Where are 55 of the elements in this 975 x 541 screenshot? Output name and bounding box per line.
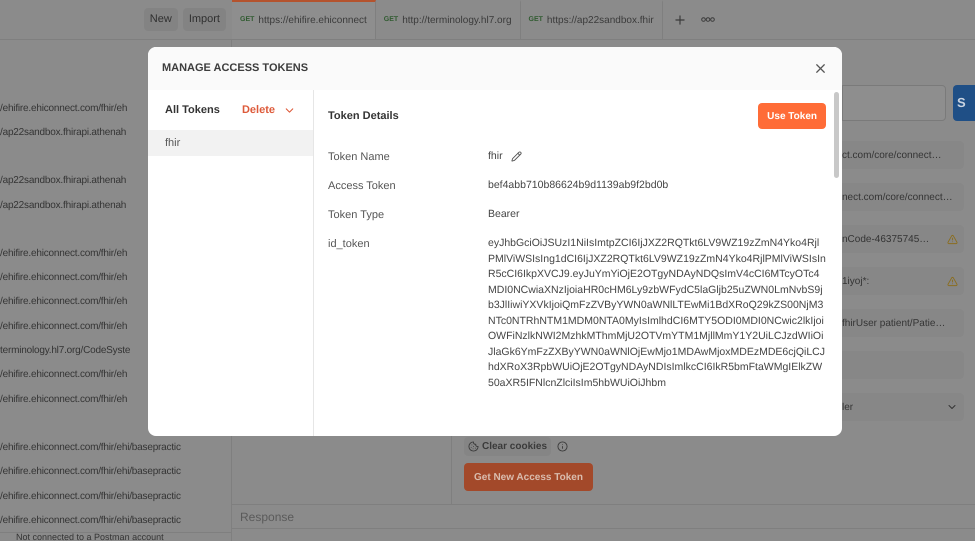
pencil-icon[interactable] xyxy=(510,151,522,162)
send-button[interactable]: S xyxy=(953,85,975,121)
select-field[interactable]: ler xyxy=(842,393,964,421)
history-item[interactable]: /ap22sandbox.fhirapi.athenah xyxy=(0,120,126,145)
scrollbar-thumb[interactable] xyxy=(834,92,839,178)
input-field[interactable]: fhirUser patient/Patie… xyxy=(842,309,964,337)
detail-value: eyJhbGciOiJSUzI1NiIsImtpZCI6IjJXZ2RQTkt6LV9WZ19zZmN4Yko4RjlPMlViWSIsIng1dCI6IjJXZ2RQTkt6LV9WZ19zZmN4Yko4RjlPMlViWSIsInR5cCI6IkpXVCJ9.eyJuYmYiOjE2OTgyNDAyNDQsImV4cCI6MTcyOTc4MDI0NCwiaXNzIjoiaHR0cHM6Ly9zbWFydC5laGljb25uZWN0LmNvbS9jb3JlIiwiYXVkIjoiQmFzZVByYWN0aWNlLTEwMi1BdXRoQ29kZS00NjM3NTc0NTRhNTM1MDM0NTA0MyIsImlhdCI6MTY5ODI0MDI0NCwic2lkIjoiOWFiNzlkNWI2MzhkMThmMjU2OTVmYTM1MjllMmY1Y2UiLCJzdWIiOiJlaGk6YmFzZXByYWN0aWNlOjEwMjo1MDAwMjoxMDEzMDE6cjQiLCJhdXRoX3RpbWUiOjE2OTgyNDAyNDIsImlkcCI6IkR5bmFtaWMgIElkZW50aXR5IFNlcnZlciIsIm5hbWUiOiJhbm xyxy=(488,236,826,390)
history-item[interactable]: /ehifire.ehiconnect.com/fhir/eh xyxy=(0,241,128,266)
tab-url: http://terminology.hl7.org xyxy=(402,14,512,28)
detail-label: Token Type xyxy=(328,208,386,223)
input-field[interactable]: 1iyoj*: xyxy=(842,267,964,295)
token-details-title: Token Details xyxy=(328,108,399,124)
history-item[interactable]: /ehifire.ehiconnect.com/fhir/eh xyxy=(0,96,128,120)
close-icon[interactable] xyxy=(813,61,828,76)
toolbar-button[interactable]: New xyxy=(144,8,178,31)
status-text: Not connected to a Postman account xyxy=(15,533,164,541)
tab-url: https://ehifire.ehiconnect xyxy=(258,14,367,28)
get-new-access-token-button[interactable]: Get New Access Token xyxy=(464,463,593,491)
toolbar-button[interactable]: Import xyxy=(182,8,226,31)
warning-icon xyxy=(947,234,958,244)
modal-title: MANAGE ACCESS TOKENS xyxy=(162,61,308,76)
more-icon[interactable] xyxy=(700,17,715,22)
input-field[interactable]: nect.com/core/connect… xyxy=(842,183,964,211)
input-field[interactable]: nCode-46375745… xyxy=(842,225,964,253)
history-item[interactable]: /ehifire.ehiconnect.com/fhir/eh xyxy=(0,362,128,387)
use-token-button[interactable]: Use Token xyxy=(758,103,826,129)
info-icon[interactable] xyxy=(557,441,568,452)
cookie-icon xyxy=(468,441,479,452)
clear-cookies-button[interactable]: Clear cookies xyxy=(464,437,552,456)
token-list-item[interactable]: fhir xyxy=(148,130,313,156)
history-item[interactable]: /ehifire.ehiconnect.com/fhir/ehi/basepractic xyxy=(0,508,181,532)
history-item[interactable]: /ehifire.ehiconnect.com/fhir/ehi/basepractic xyxy=(0,484,181,508)
url-input-field[interactable] xyxy=(842,85,946,121)
detail-label: Token Name xyxy=(328,150,391,165)
detail-value: fhir xyxy=(488,149,522,164)
detail-label: id_token xyxy=(328,237,371,252)
history-item[interactable]: terminology.hl7.org/CodeSyste xyxy=(0,338,130,363)
history-item[interactable]: /ehifire.ehiconnect.com/fhir/eh xyxy=(0,265,128,290)
history-item[interactable]: /ehifire.ehiconnect.com/fhir/eh xyxy=(0,290,128,314)
detail-value: Bearer xyxy=(488,207,520,222)
detail-label: Access Token xyxy=(328,179,397,194)
tab-url: https://ap22sandbox.fhir xyxy=(546,14,654,28)
history-item[interactable]: /ehifire.ehiconnect.com/fhir/ehi/basepractic xyxy=(0,460,181,484)
history-item[interactable]: /ap22sandbox.fhirapi.athenah xyxy=(0,192,126,218)
history-item[interactable]: /ehifire.ehiconnect.com/fhir/ehi/basepractic xyxy=(0,435,181,460)
history-item[interactable]: /ehifire.ehiconnect.com/fhir/eh xyxy=(0,314,128,338)
all-tokens-label: All Tokens xyxy=(165,102,220,118)
detail-value: bef4abb710b86624b9d1139ab9f2bd0b xyxy=(488,178,668,193)
input-field[interactable]: ct.com/core/connect… xyxy=(842,141,964,169)
input-field[interactable] xyxy=(842,351,964,379)
warning-icon xyxy=(947,276,958,286)
add-tab-icon[interactable] xyxy=(672,12,687,26)
history-item[interactable]: /ehifire.ehiconnect.com/fhir/eh xyxy=(0,386,128,412)
delete-button[interactable]: Delete xyxy=(242,102,275,118)
history-item[interactable]: /ap22sandbox.fhirapi.athenah xyxy=(0,168,126,193)
